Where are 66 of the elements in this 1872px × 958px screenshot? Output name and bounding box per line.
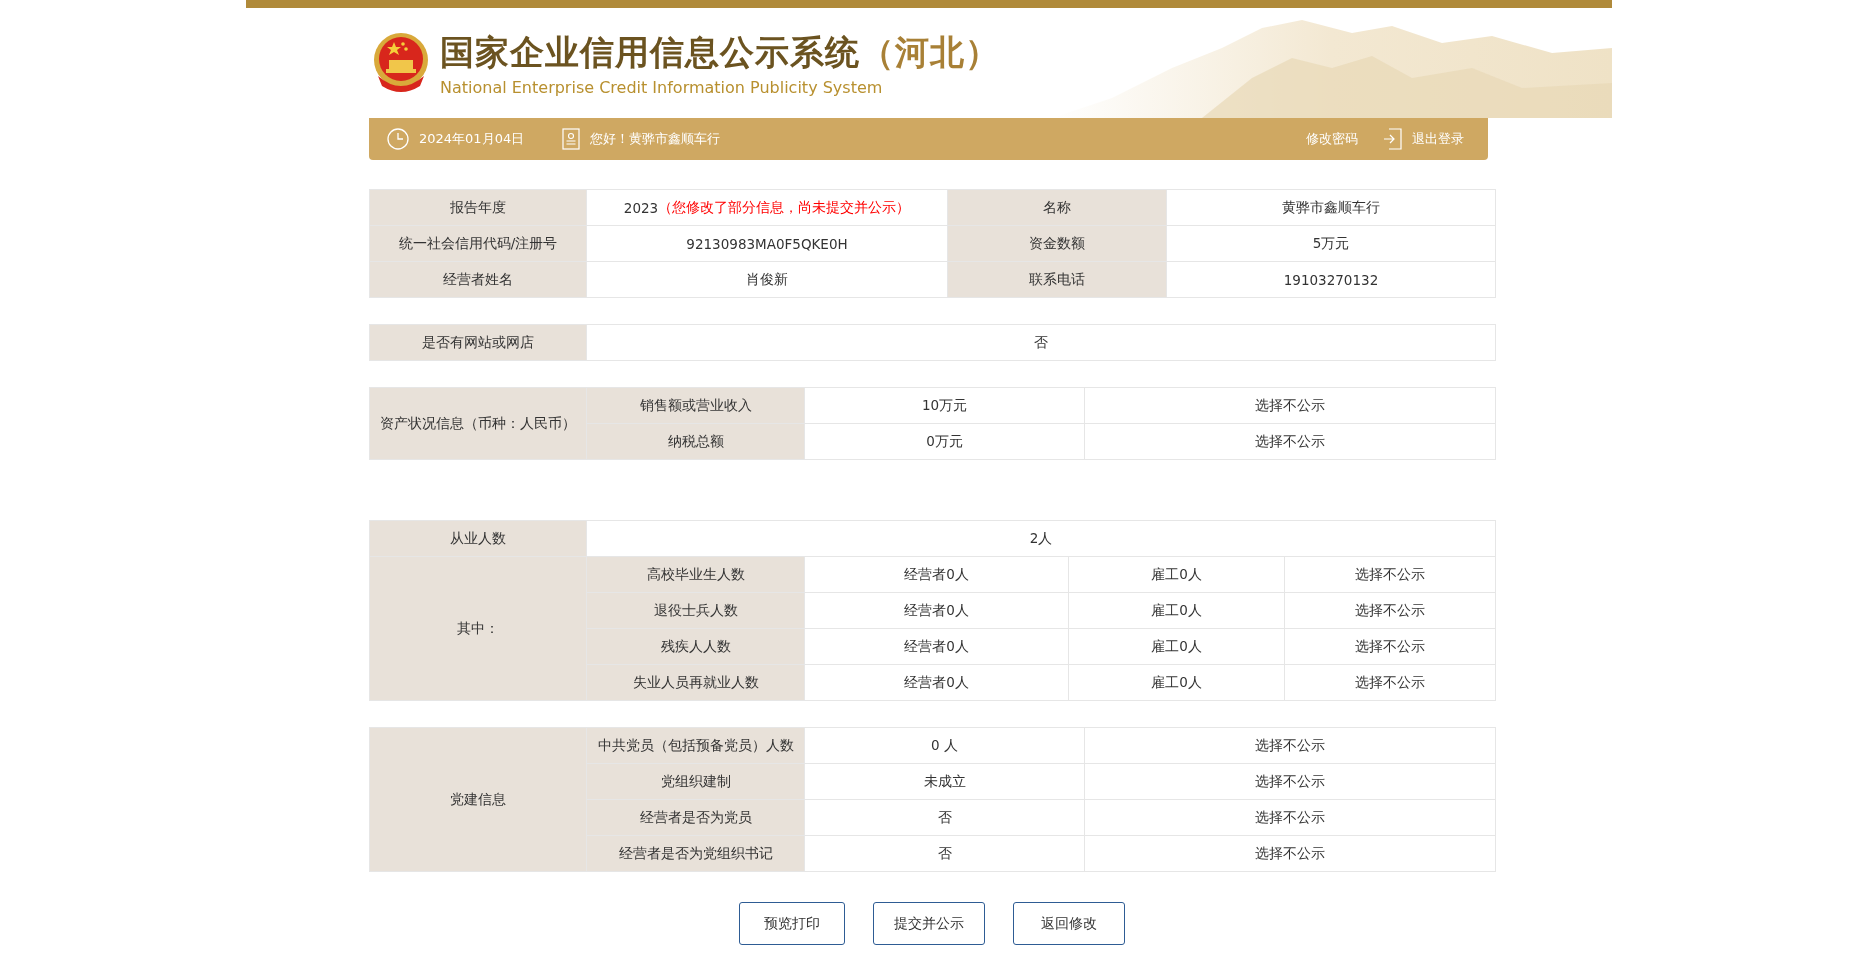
table-cell: 雇工0人 <box>1069 593 1285 629</box>
table-cell: 0万元 <box>805 424 1085 460</box>
site-title: 国家企业信用信息公示系统 <box>440 30 860 74</box>
greeting-text: 您好！黄骅市鑫顺车行 <box>590 130 721 148</box>
table-cell: 选择不公示 <box>1085 764 1496 800</box>
label-cell: 资金数额 <box>948 226 1167 262</box>
table-cell: 否 <box>587 325 1496 361</box>
table-cell: 选择不公示 <box>1085 836 1496 872</box>
label-cell: 退役士兵人数 <box>587 593 805 629</box>
label-cell: 是否有网站或网店 <box>370 325 587 361</box>
table-cell: 经营者0人 <box>805 557 1069 593</box>
label-cell: 经营者姓名 <box>370 262 587 298</box>
label-cell: 资产状况信息（币种：人民币） <box>370 388 587 460</box>
table-cell: 经营者0人 <box>805 593 1069 629</box>
label-cell: 统一社会信用代码/注册号 <box>370 226 587 262</box>
table-cell: 未成立 <box>805 764 1085 800</box>
table-cell: 经营者0人 <box>805 629 1069 665</box>
table-cell: 否 <box>805 836 1085 872</box>
label-cell: 中共党员（包括预备党员）人数 <box>587 728 805 764</box>
table-cell: 选择不公示 <box>1085 424 1496 460</box>
year-value: 2023 <box>623 199 659 216</box>
emblem-drawing <box>372 32 430 94</box>
table-cell: 选择不公示 <box>1285 629 1496 665</box>
table-cell: 否 <box>805 800 1085 836</box>
label-cell: 高校毕业生人数 <box>587 557 805 593</box>
label-cell: 从业人数 <box>370 521 587 557</box>
table-cell: 雇工0人 <box>1069 665 1285 701</box>
table-cell: 0 人 <box>805 728 1085 764</box>
id-card-icon <box>562 128 581 150</box>
table-cell: 2人 <box>587 521 1496 557</box>
action-button[interactable]: 返回修改 <box>1013 902 1125 945</box>
action-button[interactable]: 提交并公示 <box>873 902 985 945</box>
label-cell: 残疾人人数 <box>587 629 805 665</box>
action-button[interactable]: 预览打印 <box>739 902 845 945</box>
table-cell: 92130983MA0F5QKE0H <box>587 226 948 262</box>
label-cell: 报告年度 <box>370 190 587 226</box>
warning-note: （您修改了部分信息，尚未提交并公示） <box>658 198 911 217</box>
table-cell: 选择不公示 <box>1285 557 1496 593</box>
label-cell: 党建信息 <box>370 728 587 872</box>
label-cell: 经营者是否为党组织书记 <box>587 836 805 872</box>
table-cell: 选择不公示 <box>1285 665 1496 701</box>
label-cell: 失业人员再就业人数 <box>587 665 805 701</box>
table-cell: 经营者0人 <box>805 665 1069 701</box>
table-cell: 10万元 <box>805 388 1085 424</box>
label-cell: 名称 <box>948 190 1167 226</box>
site-subtitle: National Enterprise Credit Information Publicity System <box>440 77 884 97</box>
table-cell: 选择不公示 <box>1085 728 1496 764</box>
table-cell: 雇工0人 <box>1069 629 1285 665</box>
label-cell: 其中： <box>370 557 587 701</box>
table-cell: 19103270132 <box>1167 262 1496 298</box>
table-cell: 选择不公示 <box>1285 593 1496 629</box>
region-label: （河北） <box>860 30 1000 74</box>
label-cell: 经营者是否为党员 <box>587 800 805 836</box>
label-cell: 联系电话 <box>948 262 1167 298</box>
label-cell: 纳税总额 <box>587 424 805 460</box>
table-cell: 雇工0人 <box>1069 557 1285 593</box>
clock-icon <box>387 128 409 150</box>
table-cell: 黄骅市鑫顺车行 <box>1167 190 1496 226</box>
table-cell: 选择不公示 <box>1085 388 1496 424</box>
table-cell: 选择不公示 <box>1085 800 1496 836</box>
logout-icon[interactable] <box>1384 128 1402 150</box>
table-cell: 肖俊新 <box>587 262 948 298</box>
label-cell: 销售额或营业收入 <box>587 388 805 424</box>
table-cell: 5万元 <box>1167 226 1496 262</box>
date-text: 2024年01月04日 <box>419 130 525 148</box>
label-cell: 党组织建制 <box>587 764 805 800</box>
